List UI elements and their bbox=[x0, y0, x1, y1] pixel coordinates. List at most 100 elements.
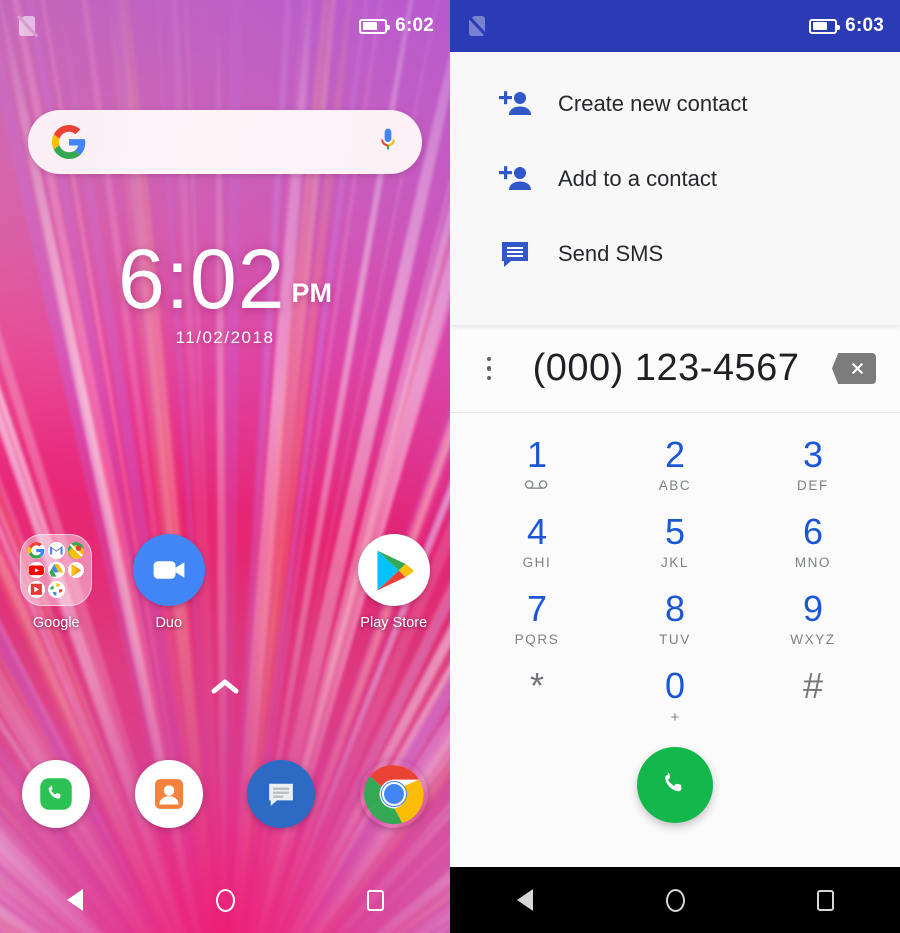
key-3[interactable]: 3 DEF bbox=[744, 427, 882, 504]
key-7[interactable]: 7 PQRS bbox=[468, 581, 606, 658]
back-triangle-icon[interactable] bbox=[495, 878, 555, 922]
key-digit: 5 bbox=[664, 511, 685, 552]
key-9[interactable]: 9 WXYZ bbox=[744, 581, 882, 658]
key-letters: DEF bbox=[797, 478, 829, 493]
person-add-icon bbox=[498, 162, 532, 196]
home-circle-icon[interactable] bbox=[645, 878, 705, 922]
app-play-store[interactable]: Play Store bbox=[338, 534, 451, 631]
action-label: Create new contact bbox=[558, 90, 748, 116]
key-star[interactable]: * bbox=[468, 658, 606, 735]
no-sim-icon bbox=[16, 14, 39, 38]
key-8[interactable]: 8 TUV bbox=[606, 581, 744, 658]
key-letters: WXYZ bbox=[790, 632, 836, 647]
key-letters: GHI bbox=[522, 555, 552, 570]
dock-item-phone[interactable] bbox=[0, 760, 113, 828]
app-label: Play Store bbox=[360, 615, 428, 631]
play-music-icon bbox=[67, 561, 85, 579]
action-label: Add to a contact bbox=[558, 165, 717, 191]
app-spacer bbox=[225, 534, 338, 631]
keypad-row: * 0 + # bbox=[468, 658, 882, 735]
action-add-to-contact[interactable]: Add to a contact bbox=[450, 141, 900, 216]
status-bar-left: 6:02 bbox=[0, 0, 450, 52]
play-store-icon[interactable] bbox=[357, 534, 430, 606]
dialer-panel: 6:03 Create new contact Add to a contact… bbox=[450, 0, 900, 933]
key-digit: 9 bbox=[802, 588, 823, 629]
call-icon[interactable] bbox=[637, 747, 713, 823]
key-4[interactable]: 4 GHI bbox=[468, 504, 606, 581]
key-digit: 1 bbox=[526, 434, 547, 475]
contacts-icon[interactable] bbox=[134, 760, 203, 828]
dock-item-messages[interactable] bbox=[225, 760, 338, 828]
home-screen-panel: 6:02 6:02 PM 11/02/2018 Google Duo Play … bbox=[0, 0, 450, 933]
microphone-icon[interactable] bbox=[378, 126, 398, 158]
key-digit: 2 bbox=[664, 434, 685, 475]
messages-icon[interactable] bbox=[247, 760, 316, 828]
person-add-icon bbox=[498, 87, 532, 121]
key-letters: TUV bbox=[659, 632, 691, 647]
dial-keypad: 1 2 ABC 3 DEF 4 GHI 5 JKL 6 MNO 7 PQRS 8… bbox=[450, 413, 900, 735]
dock-item-contacts[interactable] bbox=[113, 760, 226, 828]
clock-time: 6:02 bbox=[118, 232, 286, 326]
app-duo[interactable]: Duo bbox=[113, 534, 226, 631]
app-label: Google bbox=[32, 615, 80, 631]
dual-screenshot-container: 6:02 6:02 PM 11/02/2018 Google Duo Play … bbox=[0, 0, 900, 933]
dock bbox=[0, 760, 450, 828]
contact-actions-list: Create new contact Add to a contact Send… bbox=[450, 52, 900, 325]
backspace-icon[interactable] bbox=[832, 353, 876, 384]
status-bar-time: 6:03 bbox=[845, 15, 884, 36]
action-create-new-contact[interactable]: Create new contact bbox=[450, 66, 900, 141]
key-letters: ABC bbox=[658, 478, 692, 493]
key-digit: 3 bbox=[802, 434, 823, 475]
key-5[interactable]: 5 JKL bbox=[606, 504, 744, 581]
recents-square-icon[interactable] bbox=[795, 878, 855, 922]
google-search-bar[interactable] bbox=[28, 110, 422, 174]
photos-icon bbox=[47, 581, 65, 598]
app-label: Duo bbox=[155, 615, 183, 631]
youtube-icon bbox=[28, 561, 45, 579]
no-sim-icon bbox=[466, 14, 489, 38]
dial-display-row: (000) 123-4567 bbox=[450, 325, 900, 413]
battery-icon bbox=[359, 18, 391, 34]
key-6[interactable]: 6 MNO bbox=[744, 504, 882, 581]
maps-icon bbox=[67, 542, 85, 559]
play-movies-icon bbox=[28, 581, 45, 598]
key-letters: JKL bbox=[660, 555, 689, 570]
google-icon bbox=[28, 542, 45, 559]
app-google-folder[interactable]: Google bbox=[0, 534, 113, 631]
keypad-row: 7 PQRS 8 TUV 9 WXYZ bbox=[468, 581, 882, 658]
key-1[interactable]: 1 bbox=[468, 427, 606, 504]
status-bar-right: 6:03 bbox=[450, 0, 900, 52]
key-digit: 6 bbox=[802, 511, 823, 552]
action-send-sms[interactable]: Send SMS bbox=[450, 216, 900, 291]
key-digit: 7 bbox=[526, 588, 547, 629]
key-hash[interactable]: # bbox=[744, 658, 882, 735]
nav-bar-left bbox=[0, 867, 450, 933]
key-digit: # bbox=[802, 665, 823, 706]
chevron-up-icon[interactable] bbox=[211, 678, 239, 694]
gmail-icon bbox=[47, 542, 65, 559]
clock-ampm: PM bbox=[291, 278, 333, 309]
keypad-row: 4 GHI 5 JKL 6 MNO bbox=[468, 504, 882, 581]
key-letters: MNO bbox=[794, 555, 832, 570]
dialed-number[interactable]: (000) 123-4567 bbox=[500, 347, 832, 390]
key-digit: 4 bbox=[526, 511, 547, 552]
keypad-row: 1 2 ABC 3 DEF bbox=[468, 427, 882, 504]
clock-date: 11/02/2018 bbox=[175, 328, 275, 348]
voicemail-icon bbox=[524, 478, 550, 494]
nav-bar-right bbox=[450, 867, 900, 933]
back-triangle-icon[interactable] bbox=[45, 878, 105, 922]
message-icon bbox=[498, 237, 532, 271]
key-0[interactable]: 0 + bbox=[606, 658, 744, 735]
drive-icon bbox=[47, 561, 65, 579]
recents-square-icon[interactable] bbox=[345, 878, 405, 922]
home-circle-icon[interactable] bbox=[195, 878, 255, 922]
more-vert-icon[interactable] bbox=[474, 356, 500, 381]
chrome-icon[interactable] bbox=[360, 760, 428, 828]
duo-icon[interactable] bbox=[132, 534, 205, 606]
key-2[interactable]: 2 ABC bbox=[606, 427, 744, 504]
key-digit: 8 bbox=[664, 588, 685, 629]
dock-item-chrome[interactable] bbox=[338, 760, 451, 828]
clock-widget[interactable]: 6:02 PM 11/02/2018 bbox=[0, 232, 450, 348]
google-folder-icon[interactable] bbox=[20, 534, 93, 606]
phone-icon[interactable] bbox=[22, 760, 91, 828]
